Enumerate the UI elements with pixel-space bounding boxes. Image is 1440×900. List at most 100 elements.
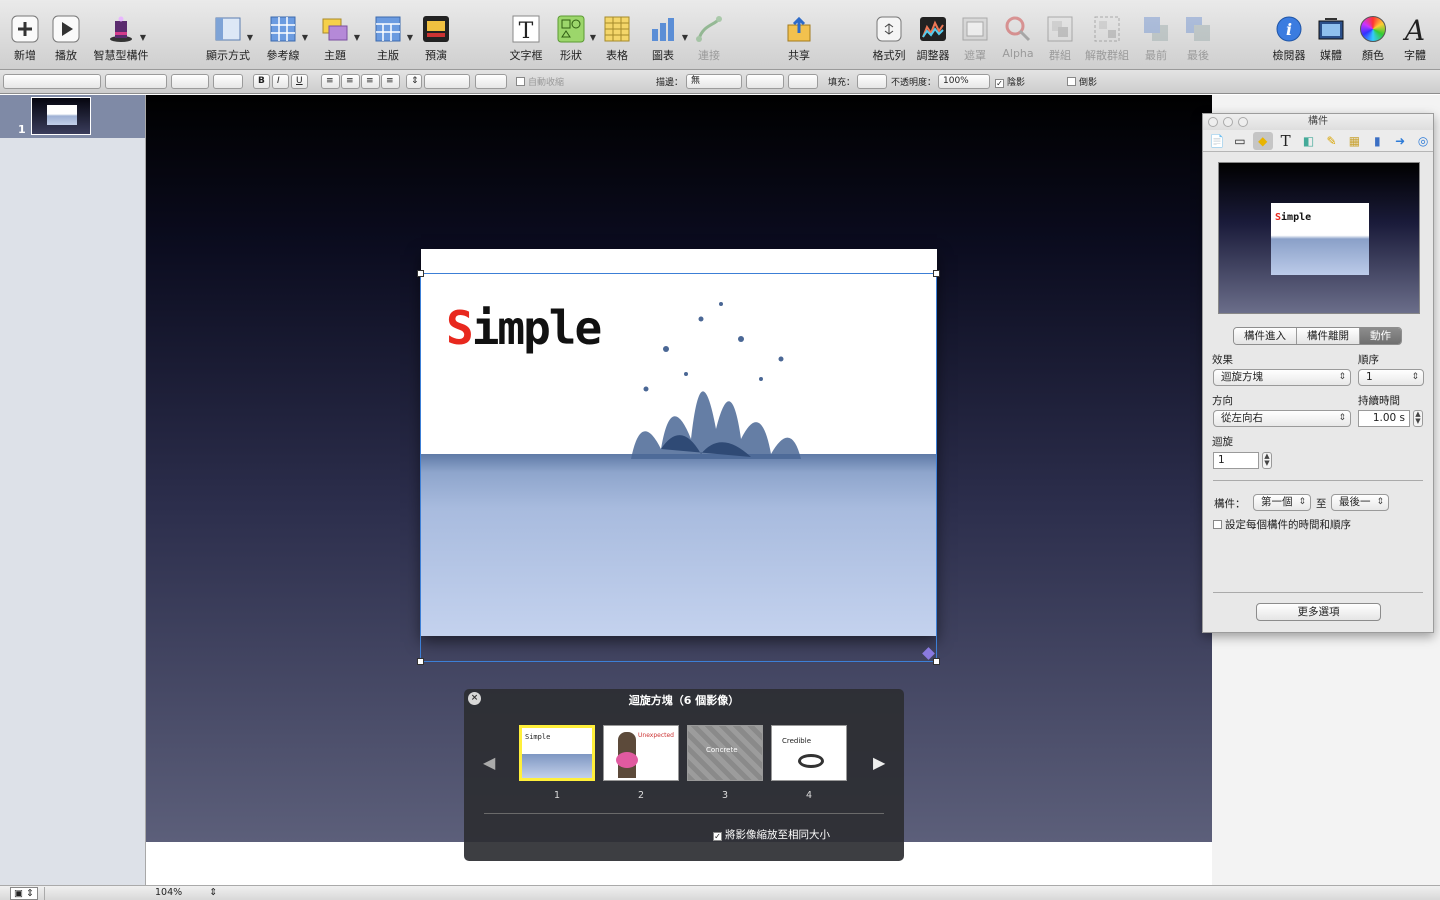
ungroup-icon: [1092, 14, 1122, 44]
rehearse-label: 預演: [425, 49, 447, 62]
view-icon: ▼: [213, 14, 253, 44]
rehearse-button[interactable]: 預演: [408, 14, 464, 63]
view-label: 顯示方式: [206, 49, 250, 62]
text-inspector-icon[interactable]: T: [1276, 132, 1296, 150]
slide-inspector-icon[interactable]: ▭: [1230, 132, 1250, 150]
metrics-inspector-icon[interactable]: ✎: [1322, 132, 1342, 150]
duration-field[interactable]: 1.00 s: [1358, 410, 1410, 427]
preview-slide-image: Simple: [1271, 203, 1369, 275]
more-options-button[interactable]: 更多選項: [1256, 603, 1381, 621]
builds-from-popup[interactable]: 第一個: [1253, 494, 1311, 511]
send-back-button[interactable]: 最後: [1170, 14, 1226, 63]
prev-arrow-icon[interactable]: ◀: [483, 753, 495, 772]
connection-icon: [694, 14, 724, 44]
next-arrow-icon[interactable]: ▶: [873, 753, 885, 772]
build-inspector-icon[interactable]: ◆: [1252, 131, 1273, 150]
italic-button[interactable]: I: [272, 74, 289, 89]
hyperlink-inspector-icon[interactable]: ➜: [1390, 132, 1410, 150]
status-bar: ▣ ⇕ 104% ⇕: [0, 885, 1440, 900]
adjust-label: 調整器: [916, 49, 950, 62]
tab-action[interactable]: 動作: [1360, 328, 1401, 344]
font-family-popup[interactable]: [105, 74, 167, 89]
view-mode-popup[interactable]: ▣ ⇕: [10, 887, 38, 900]
reflection-checkbox[interactable]: 倒影: [1067, 75, 1097, 88]
chart-inspector-icon[interactable]: ▮: [1367, 132, 1387, 150]
paragraph-style-popup[interactable]: [3, 74, 101, 89]
format-bar-label: 格式列: [872, 49, 906, 62]
vertical-align-button[interactable]: ⇕: [406, 74, 422, 89]
view-button[interactable]: ▼ 顯示方式: [200, 14, 256, 63]
hud-num-1: 1: [553, 790, 561, 801]
media-label: 媒體: [1320, 49, 1342, 62]
themes-icon: ▼: [320, 14, 360, 44]
fill-color-well[interactable]: [857, 74, 887, 89]
stroke-color-well[interactable]: [788, 74, 818, 89]
stroke-width-popup[interactable]: [746, 74, 784, 89]
resize-handle-tr[interactable]: [933, 270, 940, 277]
align-right-button[interactable]: ≡: [361, 74, 380, 89]
color-wheel-icon: [1358, 14, 1388, 44]
document-inspector-icon[interactable]: 📄: [1207, 132, 1227, 150]
guides-label: 參考線: [266, 49, 300, 62]
slide-row-1[interactable]: 1: [0, 95, 145, 138]
preview-title: Simple: [1275, 212, 1312, 223]
build-tab-control: 構件進入 構件離開 動作: [1233, 327, 1402, 345]
resize-handle-tl[interactable]: [417, 270, 424, 277]
scale-images-checkbox[interactable]: ✓ 將影像縮放至相同大小: [713, 827, 830, 842]
build-preview: Simple: [1218, 162, 1420, 314]
zoom-popup[interactable]: 104% ⇕: [155, 887, 217, 898]
guides-button[interactable]: ▼ 參考線: [255, 14, 311, 63]
minimize-window-button[interactable]: [1223, 117, 1233, 127]
connection-button[interactable]: 連接: [681, 14, 737, 63]
text-color-well[interactable]: [213, 74, 243, 89]
align-left-button[interactable]: ≡: [321, 74, 340, 89]
fonts-button[interactable]: A 字體: [1387, 14, 1440, 63]
effect-popup[interactable]: 迴旋方塊: [1213, 369, 1351, 386]
per-item-checkbox[interactable]: 設定每個構件的時間和順序: [1213, 517, 1351, 532]
play-label: 播放: [55, 49, 77, 62]
play-button[interactable]: 播放: [38, 14, 94, 63]
hud-thumb-3[interactable]: Concrete: [687, 725, 763, 781]
hud-thumb-4[interactable]: Credible: [771, 725, 847, 781]
resize-handle-bl[interactable]: [417, 658, 424, 665]
send-back-icon: [1183, 14, 1213, 44]
themes-label: 主題: [324, 49, 346, 62]
graphic-inspector-icon[interactable]: ◧: [1299, 132, 1319, 150]
duration-stepper[interactable]: ▲ ▼: [1413, 410, 1423, 427]
builds-to-popup[interactable]: 最後一: [1331, 494, 1389, 511]
share-button[interactable]: 共享: [771, 14, 827, 63]
themes-button[interactable]: ▼ 主題: [307, 14, 363, 63]
underline-button[interactable]: U: [291, 74, 308, 89]
tab-build-in[interactable]: 構件進入: [1234, 328, 1297, 344]
slide-thumbnail[interactable]: [31, 97, 91, 135]
stroke-style-popup[interactable]: 無: [686, 74, 742, 89]
status-divider: [44, 887, 144, 900]
quicktime-inspector-icon[interactable]: ◎: [1413, 132, 1433, 150]
inspector-titlebar: 構件: [1203, 114, 1433, 130]
spin-field[interactable]: 1: [1213, 452, 1259, 469]
zoom-window-button[interactable]: [1238, 117, 1248, 127]
fonts-label: 字體: [1404, 49, 1426, 62]
columns-popup[interactable]: [475, 74, 507, 89]
autoshrink-checkbox[interactable]: 自動收縮: [516, 75, 564, 88]
tab-build-out[interactable]: 構件離開: [1297, 328, 1360, 344]
smart-builds-button[interactable]: ▼ 智慧型構件: [92, 14, 150, 63]
hud-thumb-2[interactable]: Unexpected: [603, 725, 679, 781]
line-spacing-popup[interactable]: [424, 74, 470, 89]
close-window-button[interactable]: [1208, 117, 1218, 127]
align-center-button[interactable]: ≡: [341, 74, 360, 89]
direction-popup[interactable]: 從左向右: [1213, 410, 1351, 427]
order-popup[interactable]: 1: [1358, 369, 1424, 386]
opacity-field[interactable]: 100%: [938, 74, 990, 89]
ungroup-button[interactable]: 解散群組: [1079, 14, 1135, 63]
spin-stepper[interactable]: ▲ ▼: [1262, 452, 1272, 469]
hud-thumb-1[interactable]: Simple: [519, 725, 595, 781]
table-inspector-icon[interactable]: ▦: [1344, 132, 1364, 150]
resize-handle-br[interactable]: [933, 658, 940, 665]
hud-thumb-caption: Credible: [782, 737, 812, 745]
shadow-checkbox[interactable]: ✓ 陰影: [995, 75, 1025, 88]
font-size-popup[interactable]: [171, 74, 209, 89]
bold-button[interactable]: B: [253, 74, 270, 89]
justify-button[interactable]: ≡: [381, 74, 400, 89]
spin-label: 迴旋: [1212, 436, 1233, 448]
